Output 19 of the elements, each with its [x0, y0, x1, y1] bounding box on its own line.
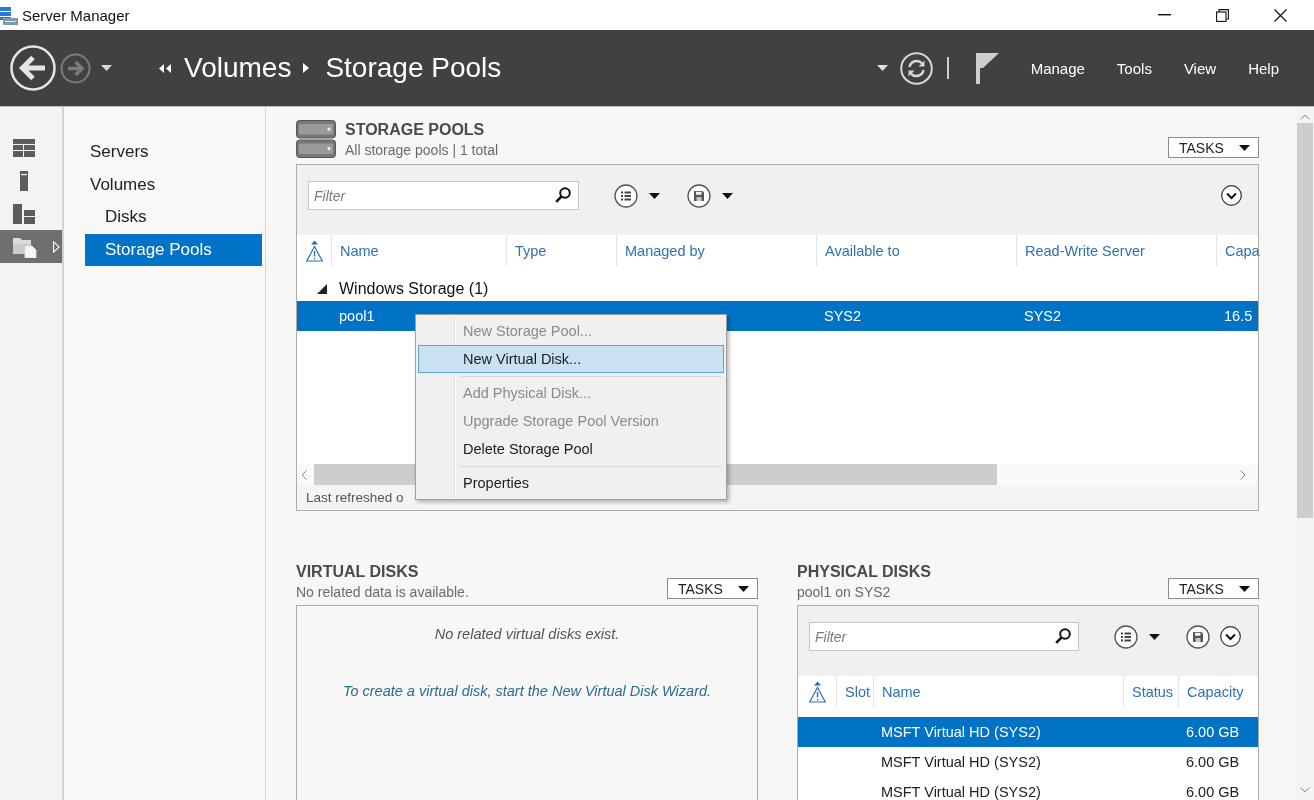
table-cell-text: 6.00 GB — [1185, 723, 1241, 742]
group-label: Windows Storage (1) — [339, 279, 489, 298]
table-cell-text: 16.5 — [1223, 307, 1254, 326]
table-cell-text: MSFT Virtual HD (SYS2) — [880, 783, 1042, 800]
table-cell-text: SYS2 — [1023, 307, 1063, 326]
table-cell-text: MSFT Virtual HD (SYS2) — [880, 723, 1042, 742]
table-cell-text: MSFT Virtual HD (SYS2) — [880, 753, 1042, 772]
section-title: PHYSICAL DISKS — [797, 562, 931, 582]
section-title: STORAGE POOLS — [345, 120, 485, 140]
section-subtitle: pool1 on SYS2 — [797, 583, 891, 602]
empty-message: No related virtual disks exist. — [434, 625, 620, 643]
table-cell-text: 6.00 GB — [1185, 753, 1241, 772]
section-title: VIRTUAL DISKS — [296, 562, 419, 582]
window-title: Server Manager — [22, 6, 130, 24]
section-subtitle: All storage pools | 1 total — [345, 141, 499, 160]
table-cell-text: SYS2 — [823, 307, 863, 326]
last-refreshed-text: Last refreshed o — [306, 490, 404, 505]
section-subtitle: No related data is available. — [296, 583, 469, 602]
table-cell-text: 6.00 GB — [1185, 783, 1241, 800]
